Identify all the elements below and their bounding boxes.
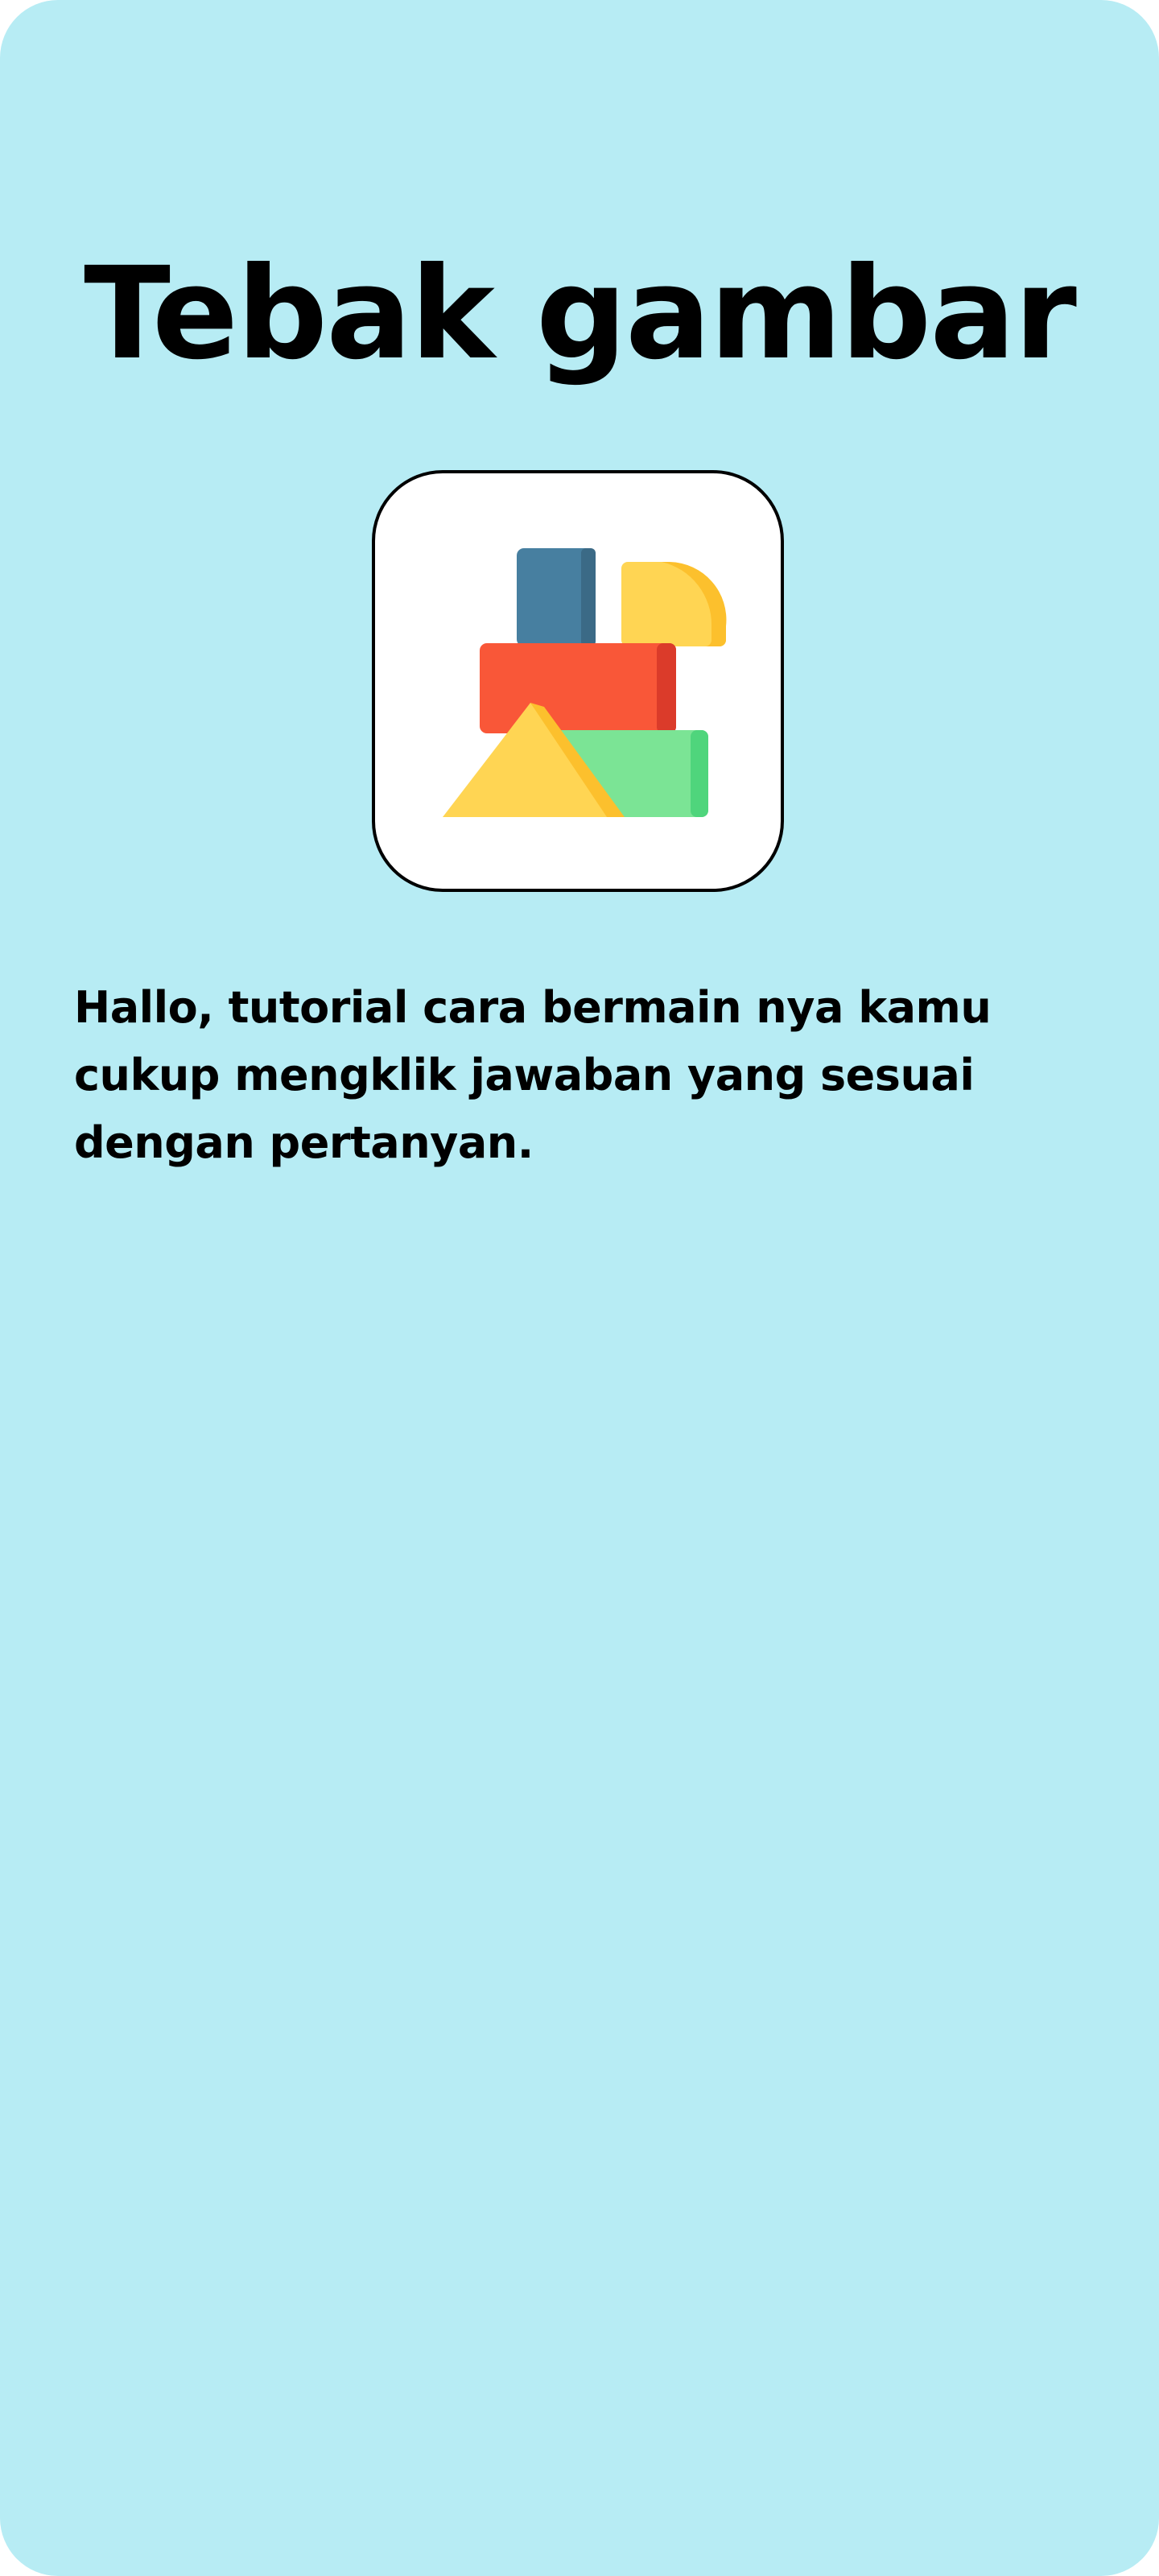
page-title: Tebak gambar	[84, 240, 1077, 388]
tutorial-screen: Tebak gambar Hallo, tutorial cara bermai…	[0, 0, 1159, 2576]
toy-blocks-icon	[443, 548, 727, 817]
logo-card	[372, 470, 784, 892]
tutorial-instructions: Hallo, tutorial cara bermain nya kamu cu…	[74, 982, 992, 1168]
